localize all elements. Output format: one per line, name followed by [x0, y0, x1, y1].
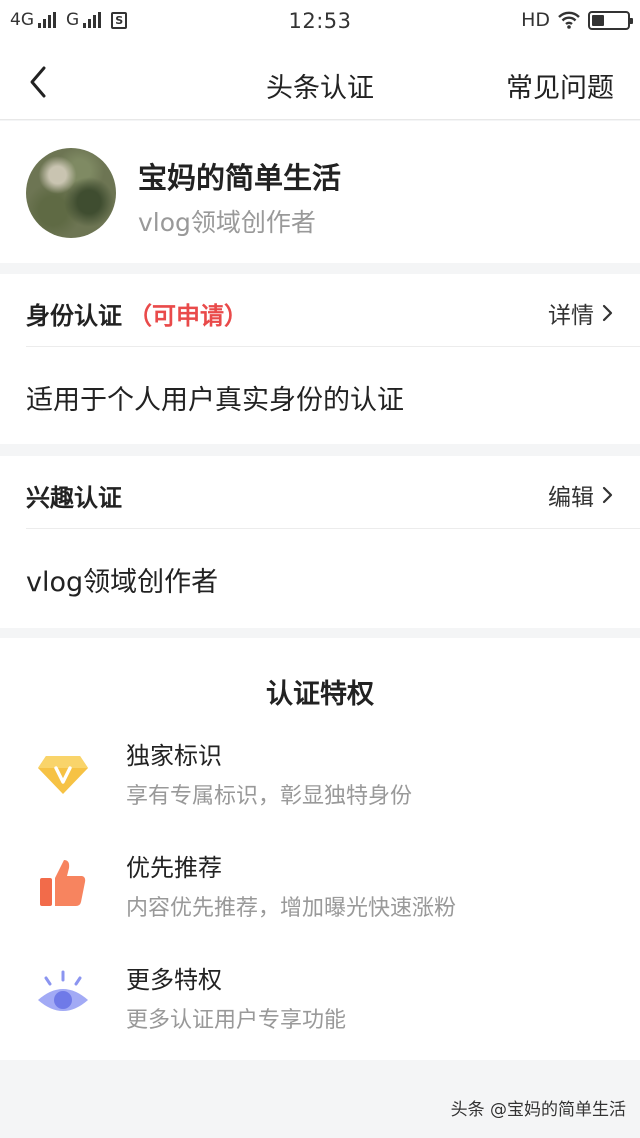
identity-cert-title: 身份认证 （可申请） — [26, 296, 248, 331]
identity-cert-label: 身份认证 — [26, 302, 122, 330]
interest-cert-title: 兴趣认证 — [26, 484, 122, 512]
divider — [26, 528, 640, 529]
identity-cert-description: 适用于个人用户真实身份的认证 — [26, 385, 404, 416]
battery-level — [592, 14, 604, 26]
identity-details-button[interactable]: 详情 — [548, 296, 614, 330]
faq-button[interactable]: 常见问题 — [506, 66, 614, 105]
nav-bar: 头条认证 常见问题 — [0, 44, 640, 120]
identity-cert-card: 身份认证 （可申请） 详情 适用于个人用户真实身份的认证 — [0, 274, 640, 444]
identity-cert-header: 身份认证 （可申请） 详情 — [0, 274, 640, 346]
privilege-item-more: 更多特权 更多认证用户专享功能 — [0, 960, 640, 1060]
privileges-section: 认证特权 独家标识 享有专属标识，彰显独特身份 优先推荐 内容优先推荐，增加曝光… — [0, 638, 640, 1060]
identity-details-label: 详情 — [548, 303, 594, 329]
divider — [26, 346, 640, 347]
battery-icon — [588, 10, 633, 30]
privilege-item-exclusive-badge: 独家标识 享有专属标识，彰显独特身份 — [0, 736, 640, 836]
interest-edit-button[interactable]: 编辑 — [548, 478, 614, 512]
chevron-right-icon — [602, 304, 613, 322]
status-bar: 4G G S 12:53 HD — [0, 0, 640, 44]
privilege-name: 优先推荐 — [126, 854, 222, 882]
profile-name: 宝妈的简单生活 — [138, 161, 342, 195]
thumbs-up-icon — [40, 860, 86, 906]
identity-cert-status-tag: （可申请） — [128, 302, 248, 330]
interest-edit-label: 编辑 — [548, 485, 594, 511]
profile-subtitle: vlog领域创作者 — [138, 208, 316, 237]
interest-cert-value: vlog领域创作者 — [26, 567, 219, 598]
privilege-item-priority-recommend: 优先推荐 内容优先推荐，增加曝光快速涨粉 — [0, 848, 640, 948]
interest-cert-card: 兴趣认证 编辑 vlog领域创作者 — [0, 456, 640, 628]
eye-icon — [38, 970, 88, 1011]
privilege-name: 更多特权 — [126, 966, 222, 994]
avatar[interactable] — [26, 148, 116, 238]
page: 4G G S 12:53 HD 头条认证 常见问题 宝妈的简单生活 vlog领域… — [0, 0, 640, 1138]
privilege-description: 更多认证用户专享功能 — [126, 1008, 347, 1033]
watermark: 头条 @宝妈的简单生活 — [450, 1100, 626, 1120]
privilege-description: 内容优先推荐，增加曝光快速涨粉 — [126, 896, 457, 921]
hd-label: HD — [521, 9, 550, 31]
privileges-title: 认证特权 — [266, 679, 374, 710]
wifi-icon — [558, 11, 580, 29]
privilege-name: 独家标识 — [126, 742, 222, 770]
status-right: HD — [521, 9, 633, 31]
privilege-description: 享有专属标识，彰显独特身份 — [126, 784, 413, 809]
profile-card: 宝妈的简单生活 vlog领域创作者 — [0, 121, 640, 263]
diamond-v-icon — [38, 756, 88, 794]
interest-cert-header: 兴趣认证 编辑 — [0, 456, 640, 528]
chevron-left-icon — [30, 66, 46, 98]
back-button[interactable] — [22, 64, 58, 100]
chevron-right-icon — [602, 486, 613, 504]
